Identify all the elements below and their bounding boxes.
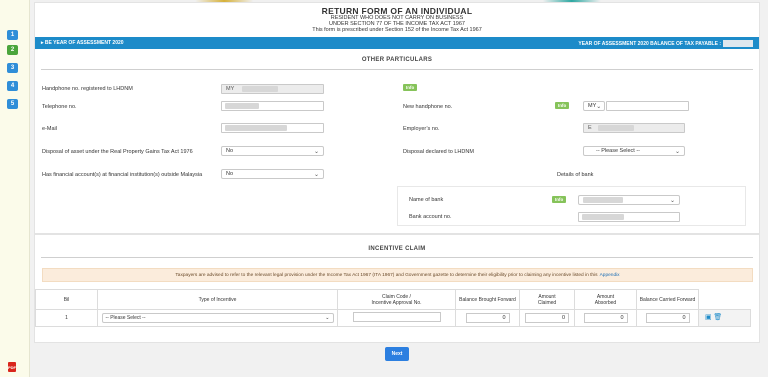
incentive-table: Bil Type of Incentive Claim Code / Incent… bbox=[35, 289, 751, 327]
email-label: e-Mail bbox=[42, 126, 57, 132]
incentive-claim-card: INCENTIVE CLAIM Taxpayers are advised to… bbox=[34, 234, 760, 343]
col-amount-absorbed: Amount Absorbed bbox=[574, 289, 637, 310]
email-input[interactable] bbox=[221, 123, 324, 133]
other-particulars-title: OTHER PARTICULARS bbox=[361, 57, 433, 63]
country-code-value: MY bbox=[588, 103, 597, 109]
disposal-declared-select[interactable]: -- Please Select -- ⌄ bbox=[583, 146, 685, 156]
table-row: 1 -- Please Select -- ⌄ 0 0 0 0 ▣ 🗑 bbox=[35, 309, 751, 327]
appendix-link[interactable]: Appendix bbox=[600, 273, 620, 278]
bank-name-masked-value bbox=[583, 197, 623, 203]
incentive-type-select[interactable]: -- Please Select -- ⌄ bbox=[101, 313, 334, 323]
row-claim-code-cell bbox=[337, 309, 456, 327]
col-type-of-incentive: Type of Incentive bbox=[97, 289, 338, 310]
col-balance-carried: Balance Carried Forward bbox=[636, 289, 699, 310]
bank-account-label: Bank account no. bbox=[409, 214, 452, 220]
employer-field: E bbox=[583, 123, 685, 133]
row-claimed-cell: 0 bbox=[519, 309, 575, 327]
incentive-advice-text: Taxpayers are advised to refer to the re… bbox=[175, 272, 598, 278]
telephone-input[interactable] bbox=[221, 101, 324, 111]
incentive-type-value: -- Please Select -- bbox=[105, 315, 146, 321]
next-button[interactable]: Next bbox=[385, 347, 409, 361]
financial-account-label: Has financial account(s) at financial in… bbox=[42, 172, 203, 178]
amount-absorbed-input[interactable]: 0 bbox=[583, 313, 628, 323]
employer-label: Employer’s no. bbox=[403, 126, 440, 132]
section-divider bbox=[41, 257, 753, 258]
telephone-label: Telephone no. bbox=[42, 104, 77, 110]
col-claim-code: Claim Code / Incentive Approval No. bbox=[337, 289, 456, 310]
col-amount-claimed: Amount Claimed bbox=[519, 289, 575, 310]
disposal-asset-label: Disposal of asset under the Real Propert… bbox=[42, 149, 193, 155]
col-bil: Bil bbox=[35, 289, 98, 310]
disposal-declared-label: Disposal declared to LHDNM bbox=[403, 149, 474, 155]
chevron-down-icon: ⌄ bbox=[313, 148, 319, 155]
claim-code-input[interactable] bbox=[352, 312, 441, 322]
row-actions-cell: ▣ 🗑 bbox=[698, 309, 751, 327]
row-type-cell: -- Please Select -- ⌄ bbox=[97, 309, 338, 327]
section-divider bbox=[41, 69, 753, 70]
row-brought-cell: 0 bbox=[455, 309, 520, 327]
tax-payable-text: YEAR OF ASSESSMENT 2020 BALANCE OF TAX P… bbox=[578, 40, 721, 47]
telephone-masked-value bbox=[225, 103, 259, 109]
email-masked-value bbox=[225, 125, 287, 131]
disposal-asset-select[interactable]: No ⌄ bbox=[221, 146, 324, 156]
step-2-button[interactable]: 2 bbox=[7, 45, 18, 55]
handphone-prefix: MY bbox=[226, 86, 235, 92]
chevron-down-icon: ⌄ bbox=[669, 197, 675, 204]
col-claim-code-line2: Incentive Approval No. bbox=[371, 299, 422, 306]
handphone-label: Handphone no. registered to LHDNM bbox=[42, 86, 133, 92]
bank-account-input[interactable] bbox=[578, 212, 680, 222]
handphone-field: MY bbox=[221, 84, 324, 94]
amount-claimed-input[interactable]: 0 bbox=[525, 313, 569, 323]
balance-brought-input[interactable]: 0 bbox=[465, 313, 510, 323]
save-icon[interactable]: ▣ bbox=[705, 314, 712, 322]
assessment-bar: ▸ BE YEAR OF ASSESSMENT 2020 YEAR OF ASS… bbox=[35, 37, 759, 49]
pdf-icon[interactable]: PDF bbox=[8, 362, 16, 372]
bank-details-box: Name of bank Info ⌄ Bank account no. bbox=[397, 186, 746, 226]
step-5-button[interactable]: 5 bbox=[7, 99, 18, 109]
step-4-button[interactable]: 4 bbox=[7, 81, 18, 91]
balance-carried-input[interactable]: 0 bbox=[645, 313, 690, 323]
disposal-asset-value: No bbox=[226, 148, 234, 154]
chevron-down-icon: ⌄ bbox=[325, 315, 330, 321]
row-bil: 1 bbox=[35, 309, 98, 327]
disposal-declared-value: -- Please Select -- bbox=[596, 148, 641, 154]
bank-name-select[interactable]: ⌄ bbox=[578, 195, 680, 205]
col-amount-claimed-line2: Claimed bbox=[537, 299, 557, 306]
info-badge-new-handphone[interactable]: Info bbox=[555, 102, 570, 109]
other-particulars-card: RETURN FORM OF AN INDIVIDUAL RESIDENT WH… bbox=[34, 2, 760, 234]
details-of-bank-title: Details of bank bbox=[557, 172, 594, 178]
financial-account-select[interactable]: No ⌄ bbox=[221, 169, 324, 179]
row-absorbed-cell: 0 bbox=[574, 309, 637, 327]
tax-payable-label: YEAR OF ASSESSMENT 2020 BALANCE OF TAX P… bbox=[578, 39, 753, 47]
assessment-year-label[interactable]: ▸ BE YEAR OF ASSESSMENT 2020 bbox=[41, 40, 124, 46]
country-code-select[interactable]: MY ⌄ bbox=[583, 101, 605, 111]
info-badge-bank[interactable]: Info bbox=[552, 196, 567, 203]
chevron-down-icon: ⌄ bbox=[596, 103, 602, 110]
col-amount-absorbed-line2: Absorbed bbox=[594, 299, 617, 306]
incentive-claim-title: INCENTIVE CLAIM bbox=[368, 246, 426, 252]
trash-icon[interactable]: 🗑 bbox=[713, 314, 722, 322]
tax-payable-value bbox=[723, 39, 753, 47]
step-1-button[interactable]: 1 bbox=[7, 30, 18, 40]
incentive-advice-alert: Taxpayers are advised to refer to the re… bbox=[42, 268, 753, 282]
col-actions bbox=[698, 289, 751, 310]
step-3-button[interactable]: 3 bbox=[7, 63, 18, 73]
new-handphone-label: New handphone no. bbox=[403, 104, 453, 110]
row-carried-cell: 0 bbox=[636, 309, 699, 327]
col-balance-brought: Balance Brought Forward bbox=[455, 289, 520, 310]
employer-prefix: E bbox=[588, 125, 592, 131]
chevron-down-icon: ⌄ bbox=[313, 171, 319, 178]
form-subtitle-3: This form is prescribed under Section 15… bbox=[312, 27, 482, 33]
employer-masked-value bbox=[598, 125, 634, 131]
chevron-down-icon: ⌄ bbox=[674, 148, 680, 155]
financial-account-value: No bbox=[226, 171, 234, 177]
bank-name-label: Name of bank bbox=[409, 197, 444, 203]
step-sidebar: 1 2 3 4 5 PDF bbox=[0, 0, 30, 377]
info-badge[interactable]: Info bbox=[403, 84, 418, 91]
bank-account-masked-value bbox=[582, 214, 624, 220]
handphone-masked-value bbox=[242, 86, 278, 92]
new-handphone-input[interactable] bbox=[606, 101, 689, 111]
table-header-row: Bil Type of Incentive Claim Code / Incent… bbox=[35, 289, 751, 310]
